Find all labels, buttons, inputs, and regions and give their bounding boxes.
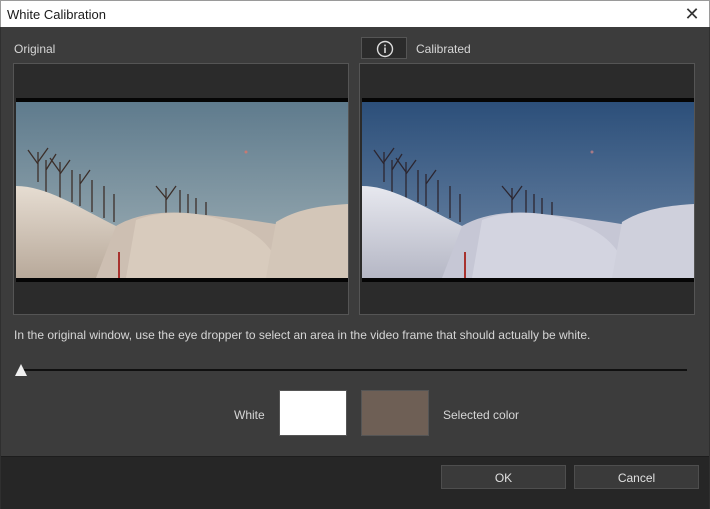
- calibrated-video-image: [362, 102, 694, 278]
- cancel-button[interactable]: Cancel: [574, 465, 699, 489]
- window-title: White Calibration: [7, 7, 106, 22]
- info-button[interactable]: [361, 37, 407, 59]
- calibrated-preview-panel: [359, 63, 695, 315]
- white-swatch: [279, 390, 347, 436]
- dialog-body: Original Calibrated In the original wind…: [1, 27, 709, 456]
- original-label: Original: [14, 42, 56, 56]
- calibrated-label: Calibrated: [416, 42, 471, 56]
- instruction-text: In the original window, use the eye drop…: [14, 328, 591, 342]
- calibration-slider-track[interactable]: [21, 369, 687, 371]
- ok-button[interactable]: OK: [441, 465, 566, 489]
- original-video-frame[interactable]: [16, 98, 348, 282]
- original-video-image: [16, 102, 348, 278]
- original-preview-panel[interactable]: [13, 63, 349, 315]
- calibrated-video-frame: [362, 98, 694, 282]
- calibration-slider-thumb[interactable]: [15, 364, 27, 376]
- info-circle-icon: [376, 40, 394, 58]
- close-icon[interactable]: ✕: [681, 4, 703, 24]
- selected-color-swatch: [361, 390, 429, 436]
- title-bar: White Calibration ✕: [0, 0, 710, 27]
- white-label: White: [234, 408, 265, 422]
- selected-color-label: Selected color: [443, 408, 520, 422]
